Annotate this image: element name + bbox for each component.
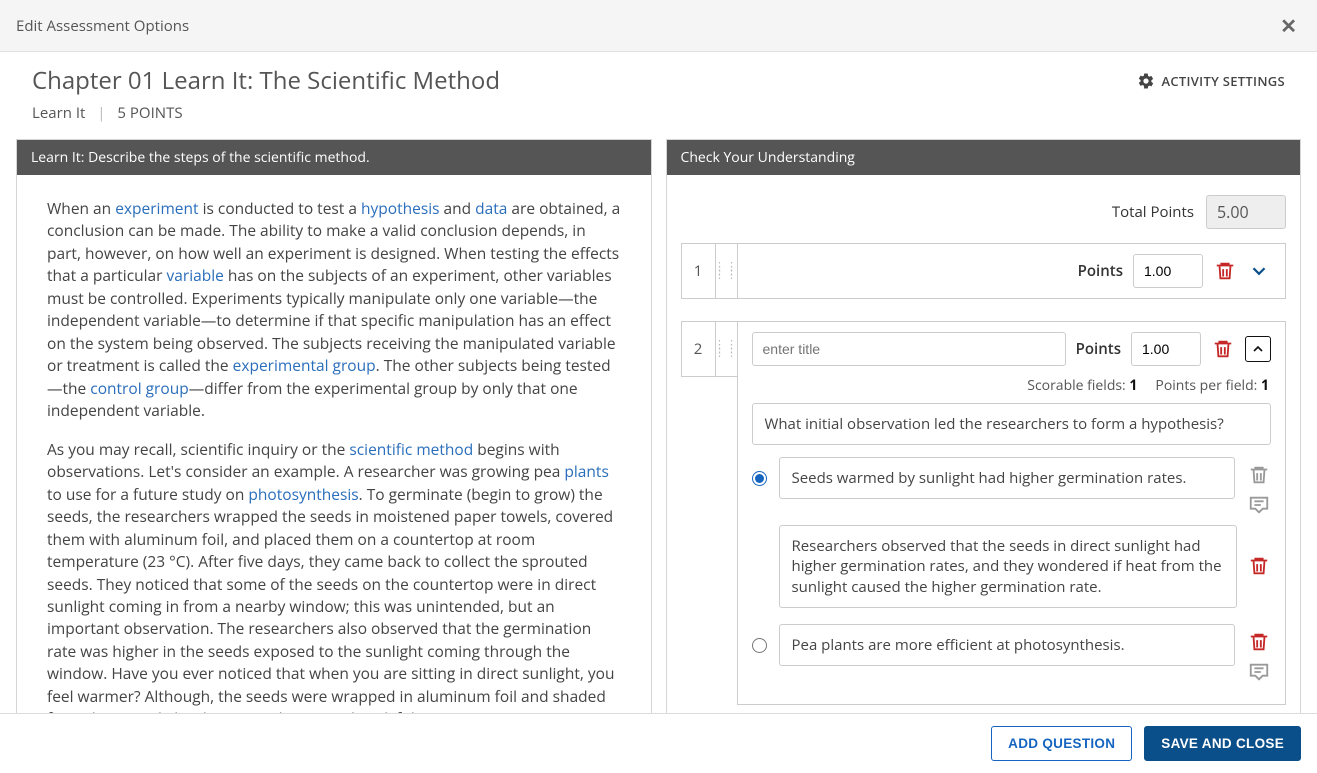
learn-it-body: When an experiment is conducted to test … <box>17 175 651 713</box>
question-prompt[interactable]: What initial observation led the researc… <box>752 403 1272 445</box>
answer-radio[interactable] <box>752 638 767 653</box>
check-understanding-panel: Check Your Understanding Total Points 5.… <box>666 139 1302 713</box>
points-label: Points <box>1076 339 1121 359</box>
activity-settings-label: ACTIVITY SETTINGS <box>1161 72 1285 90</box>
add-question-button[interactable]: ADD QUESTION <box>991 726 1132 761</box>
answer-option-2: Pea plants are more efficient at photosy… <box>752 624 1272 684</box>
link-scientific-method[interactable]: scientific method <box>349 438 473 460</box>
question-title-input[interactable] <box>752 332 1066 366</box>
question-number: 2 <box>681 321 715 377</box>
scorable-info: Scorable fields: 1 Points per field: 1 <box>752 366 1272 403</box>
paragraph-1: When an experiment is conducted to test … <box>47 197 621 422</box>
collapse-button[interactable] <box>1245 336 1271 362</box>
delete-option-button[interactable] <box>1247 630 1271 654</box>
modal-title: Edit Assessment Options <box>16 16 189 36</box>
footer: ADD QUESTION SAVE AND CLOSE <box>0 713 1317 773</box>
question-number: 1 <box>681 243 715 299</box>
answer-feedback-row: Researchers observed that the seeds in d… <box>779 525 1272 608</box>
link-control-group[interactable]: control group <box>90 377 188 399</box>
question-1: 1 ⋮⋮⋮⋮⋮⋮ Points <box>681 243 1287 299</box>
paragraph-2: As you may recall, scientific inquiry or… <box>47 438 621 713</box>
scroll-area[interactable]: Chapter 01 Learn It: The Scientific Meth… <box>0 52 1317 713</box>
link-data[interactable]: data <box>475 197 507 219</box>
delete-option-button[interactable] <box>1247 463 1271 487</box>
points-input[interactable] <box>1133 254 1203 288</box>
link-experiment[interactable]: experiment <box>115 197 198 219</box>
close-button[interactable]: ✕ <box>1274 10 1303 41</box>
answer-option-1: Seeds warmed by sunlight had higher germ… <box>752 457 1272 517</box>
points-label: Points <box>1078 261 1123 281</box>
points-label: 5 POINTS <box>117 103 182 123</box>
points-input[interactable] <box>1131 332 1201 366</box>
gear-icon <box>1137 72 1155 90</box>
link-experimental-group[interactable]: experimental group <box>233 354 376 376</box>
drag-handle-icon: ⋮⋮⋮⋮⋮⋮ <box>714 265 738 277</box>
link-variable[interactable]: variable <box>167 264 224 286</box>
activity-settings-button[interactable]: ACTIVITY SETTINGS <box>1137 72 1301 90</box>
answer-radio[interactable] <box>752 471 767 486</box>
delete-question-button[interactable] <box>1213 259 1237 283</box>
delete-feedback-button[interactable] <box>1247 554 1271 578</box>
drag-handle-icon: ⋮⋮⋮⋮⋮⋮ <box>714 343 738 355</box>
link-hypothesis[interactable]: hypothesis <box>361 197 440 219</box>
cyu-heading: Check Your Understanding <box>667 140 1301 175</box>
learn-it-heading: Learn It: Describe the steps of the scie… <box>17 140 651 175</box>
question-2: 2 ⋮⋮⋮⋮⋮⋮ Points <box>681 321 1287 705</box>
total-points-row: Total Points 5.00 <box>681 189 1287 243</box>
save-close-button[interactable]: SAVE AND CLOSE <box>1144 726 1301 761</box>
comment-button[interactable] <box>1247 660 1271 684</box>
link-photosynthesis[interactable]: photosynthesis <box>248 483 358 505</box>
delete-question-button[interactable] <box>1211 337 1235 361</box>
topbar: Edit Assessment Options ✕ <box>0 0 1317 52</box>
answer-text[interactable]: Seeds warmed by sunlight had higher germ… <box>779 457 1236 499</box>
chapter-title: Chapter 01 Learn It: The Scientific Meth… <box>32 64 500 97</box>
total-points-value: 5.00 <box>1206 195 1286 229</box>
link-plants[interactable]: plants <box>564 460 608 482</box>
total-points-label: Total Points <box>1112 202 1194 222</box>
sub-header: Learn It | 5 POINTS <box>32 97 1301 131</box>
comment-button[interactable] <box>1247 493 1271 517</box>
drag-handle[interactable]: ⋮⋮⋮⋮⋮⋮ <box>715 243 737 299</box>
answer-feedback[interactable]: Researchers observed that the seeds in d… <box>779 525 1238 608</box>
answer-text[interactable]: Pea plants are more efficient at photosy… <box>779 624 1236 666</box>
chapter-header: Chapter 01 Learn It: The Scientific Meth… <box>0 52 1317 139</box>
expand-button[interactable] <box>1247 259 1271 283</box>
drag-handle[interactable]: ⋮⋮⋮⋮⋮⋮ <box>715 321 737 377</box>
learn-it-label: Learn It <box>32 103 85 123</box>
learn-it-panel: Learn It: Describe the steps of the scie… <box>16 139 652 713</box>
separator: | <box>97 103 105 123</box>
